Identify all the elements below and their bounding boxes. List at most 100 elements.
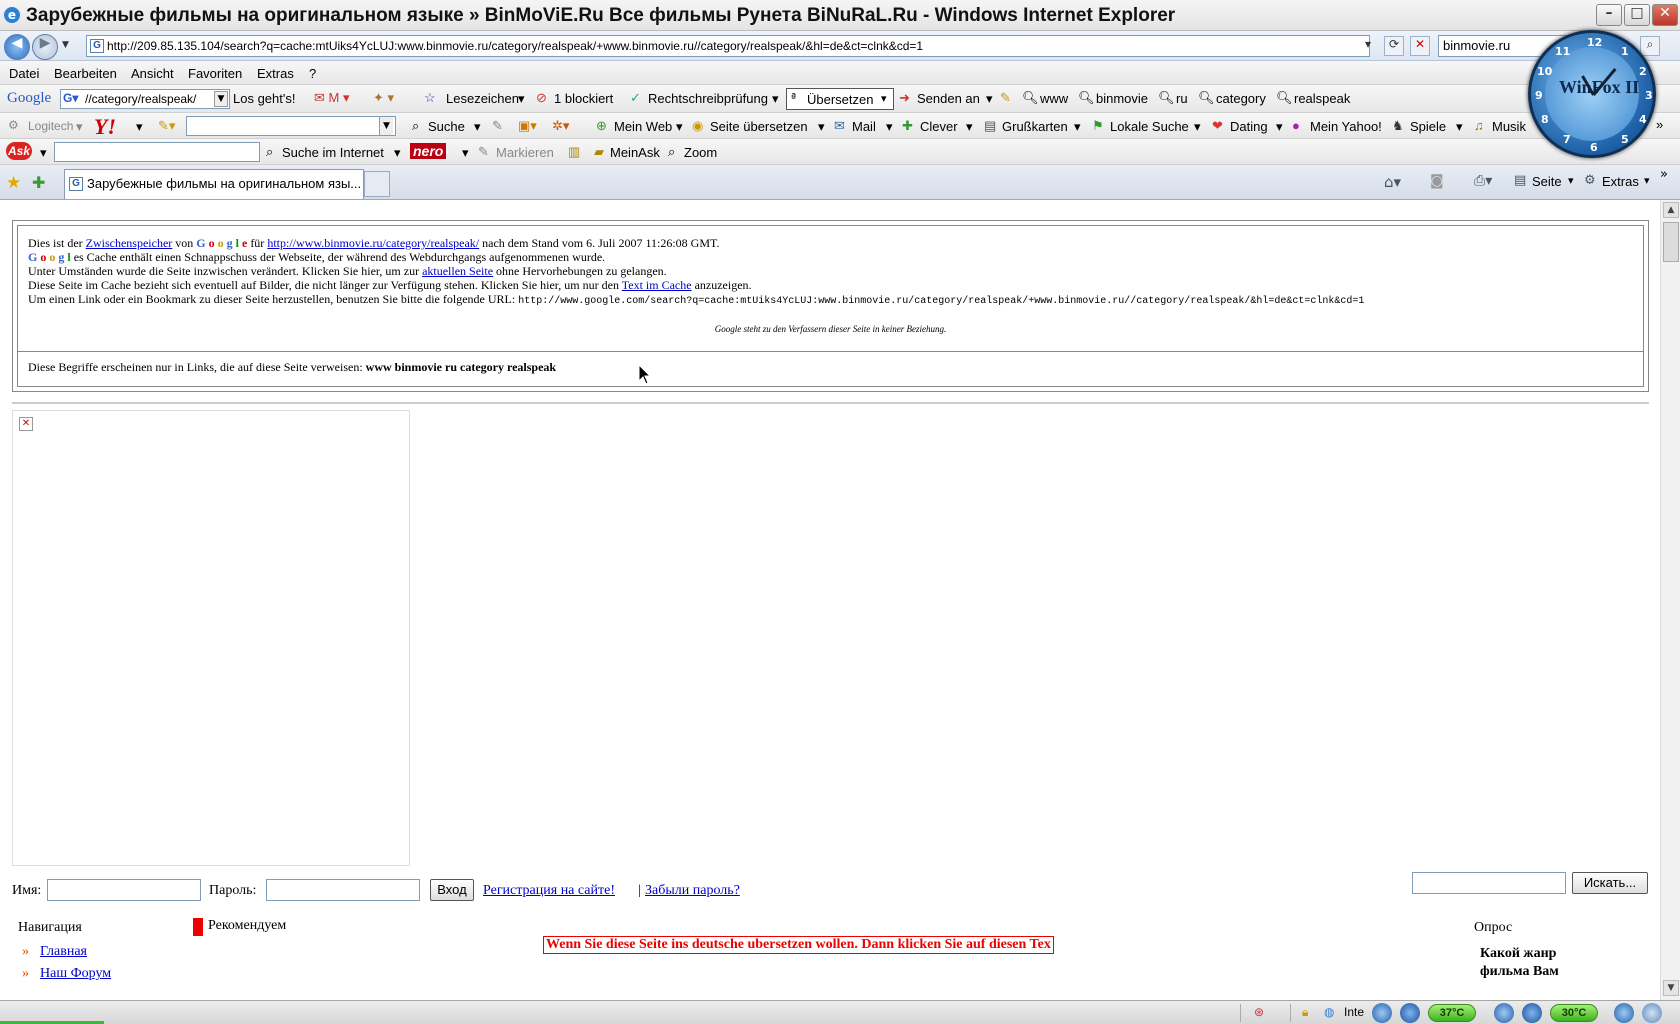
google-search-input[interactable]: G▾ //category/realspeak/ ▼ [60,89,230,109]
menu-extras[interactable]: Extras [257,66,294,81]
ask-search-input[interactable] [54,142,260,162]
dropdown-icon[interactable]: ▾ [966,119,973,135]
dropdown-icon[interactable]: ▾ [1644,174,1650,187]
dropdown-icon[interactable]: ▾ [1194,119,1201,135]
name-input[interactable] [47,879,201,901]
scroll-up-icon[interactable]: ▲ [1663,202,1679,218]
bookmarks-button[interactable]: Lesezeichen [446,91,519,106]
extras-menu-button[interactable]: Extras [1602,174,1639,189]
search-internet-button[interactable]: Suche im Internet [282,145,384,160]
google-go-button[interactable]: Los geht's! [233,91,295,106]
site-search-input[interactable] [1412,872,1566,894]
translate-button[interactable]: ª Übersetzen ▾ [786,88,894,110]
my-yahoo-button[interactable]: Mein Yahoo! [1310,119,1382,134]
back-button[interactable]: ◀ [4,34,30,60]
dropdown-icon[interactable]: ▼ [379,117,393,135]
address-input[interactable]: G http://209.85.135.104/search?q=cache:m… [86,35,1370,57]
pen-icon[interactable]: ✎ [492,118,503,134]
more-chevron-icon[interactable]: » [1656,117,1663,132]
send-to-button[interactable]: Senden an [917,91,980,106]
drive-d-icon[interactable] [1522,1003,1542,1023]
forgot-password-link[interactable]: Забыли пароль? [645,883,740,899]
home-icon[interactable]: ⌂▾ [1384,173,1401,191]
menu-bearbeiten[interactable]: Bearbeiten [54,66,117,81]
dropdown-icon[interactable]: ▾ [1276,119,1283,135]
search-magnifier-icon[interactable]: ⌕ [1640,36,1660,56]
games-button[interactable]: Spiele [1410,119,1446,134]
spellcheck-button[interactable]: Rechtschreibprüfung [648,91,768,106]
yahoo-logo-icon[interactable]: Y! [94,114,116,140]
original-url-link[interactable]: http://www.binmovie.ru/category/realspea… [267,236,479,250]
forward-button[interactable]: ▶ [32,34,58,60]
new-tab-button[interactable] [364,171,390,197]
local-search-button[interactable]: Lokale Suche [1110,119,1189,134]
logitech-label[interactable]: Logitech [28,119,73,133]
settings-icon[interactable]: ✲▾ [552,118,569,134]
dropdown-icon[interactable]: ▾ [462,145,469,161]
menu-favoriten[interactable]: Favoriten [188,66,242,81]
star-icon[interactable]: ☆ [424,90,436,106]
stop-button[interactable]: ✕ [1410,36,1430,56]
dropdown-icon[interactable]: ▾ [518,91,525,107]
greeting-cards-button[interactable]: Grußkarten [1002,119,1068,134]
dating-button[interactable]: Dating [1230,119,1268,134]
vertical-scrollbar[interactable]: ▲ ▼ [1660,200,1680,1000]
term-www[interactable]: www [1040,91,1068,106]
print-icon[interactable]: ⎙▾ [1474,173,1492,189]
tab-active[interactable]: G Зарубежные фильмы на оригинальном язы.… [64,169,364,199]
popup-blocked-count[interactable]: 1 blockiert [554,91,613,106]
winfox-clock-widget[interactable]: 12 1 2 3 4 5 6 7 8 9 10 11 WinFox II [1528,30,1656,158]
drive-c-icon[interactable] [1400,1003,1420,1023]
internet-zone-label[interactable]: Inte [1344,1005,1364,1019]
text-only-cache-link[interactable]: Text im Cache [622,278,692,292]
address-dropdown-icon[interactable]: ▾ [1358,37,1378,57]
site-search-button[interactable]: Искать... [1572,872,1648,894]
gmail-icon[interactable]: ✉ M ▾ [314,90,349,106]
dropdown-icon[interactable]: ▾ [886,119,893,135]
yahoo-search-button[interactable]: Suche [428,119,465,134]
music-button[interactable]: Musik [1492,119,1526,134]
pencil-icon[interactable]: ✎▾ [158,118,175,134]
dropdown-icon[interactable]: ▾ [1568,174,1574,187]
dropdown-icon[interactable]: ▾ [676,119,683,135]
protected-mode-icon[interactable]: 🔒︎ [1302,1005,1308,1020]
password-input[interactable] [266,879,420,901]
menu-datei[interactable]: Datei [9,66,39,81]
zoom-button[interactable]: Zoom [684,145,717,160]
tray-app-icon[interactable] [1372,1003,1392,1023]
highlighter-icon[interactable]: ✎ [1000,90,1011,106]
tray-globe-icon[interactable] [1614,1003,1634,1023]
dropdown-icon[interactable]: ▾ [474,119,481,135]
yahoo-search-input[interactable]: ▼ [186,116,396,136]
favorites-star-icon[interactable]: ★ [6,173,21,193]
dropdown-icon[interactable]: ▾ [1456,119,1463,135]
current-page-link[interactable]: aktuellen Seite [422,264,493,278]
term-ru[interactable]: ru [1176,91,1188,106]
scroll-thumb[interactable] [1663,222,1679,262]
term-realspeak[interactable]: realspeak [1294,91,1350,106]
minimize-button[interactable]: – [1596,4,1622,26]
menu-ansicht[interactable]: Ansicht [131,66,174,81]
more-chevron-icon[interactable]: » [1660,167,1668,182]
term-category[interactable]: category [1216,91,1266,106]
nav-forum-link[interactable]: Наш Форум [40,966,111,982]
register-link[interactable]: Регистрация на сайте! [483,883,615,899]
login-button[interactable]: Вход [430,879,474,901]
translate-page-button[interactable]: Seite übersetzen [710,119,808,134]
notepad-icon[interactable]: ▥ [568,144,580,160]
mark-button[interactable]: Markieren [496,145,554,160]
myask-button[interactable]: MeinAsk [610,145,660,160]
puzzle-icon[interactable]: ✦ ▾ [373,90,394,106]
translate-notice-link[interactable]: Wenn Sie diese Seite ins deutsche uberse… [543,936,1054,954]
page-menu-button[interactable]: Seite [1532,174,1562,189]
dropdown-icon[interactable]: ▾ [986,91,993,107]
close-button[interactable]: ✕ [1652,4,1678,26]
ask-logo-icon[interactable]: Ask [6,142,32,160]
dropdown-icon[interactable]: ▾ [394,145,401,161]
mail-button[interactable]: Mail [852,119,876,134]
refresh-button[interactable]: ⟳ [1384,36,1404,56]
term-binmovie[interactable]: binmovie [1096,91,1148,106]
add-favorite-icon[interactable]: ✚ [32,173,45,192]
scroll-down-icon[interactable]: ▼ [1663,980,1679,996]
rss-feed-icon[interactable]: ◙ [1430,173,1444,189]
